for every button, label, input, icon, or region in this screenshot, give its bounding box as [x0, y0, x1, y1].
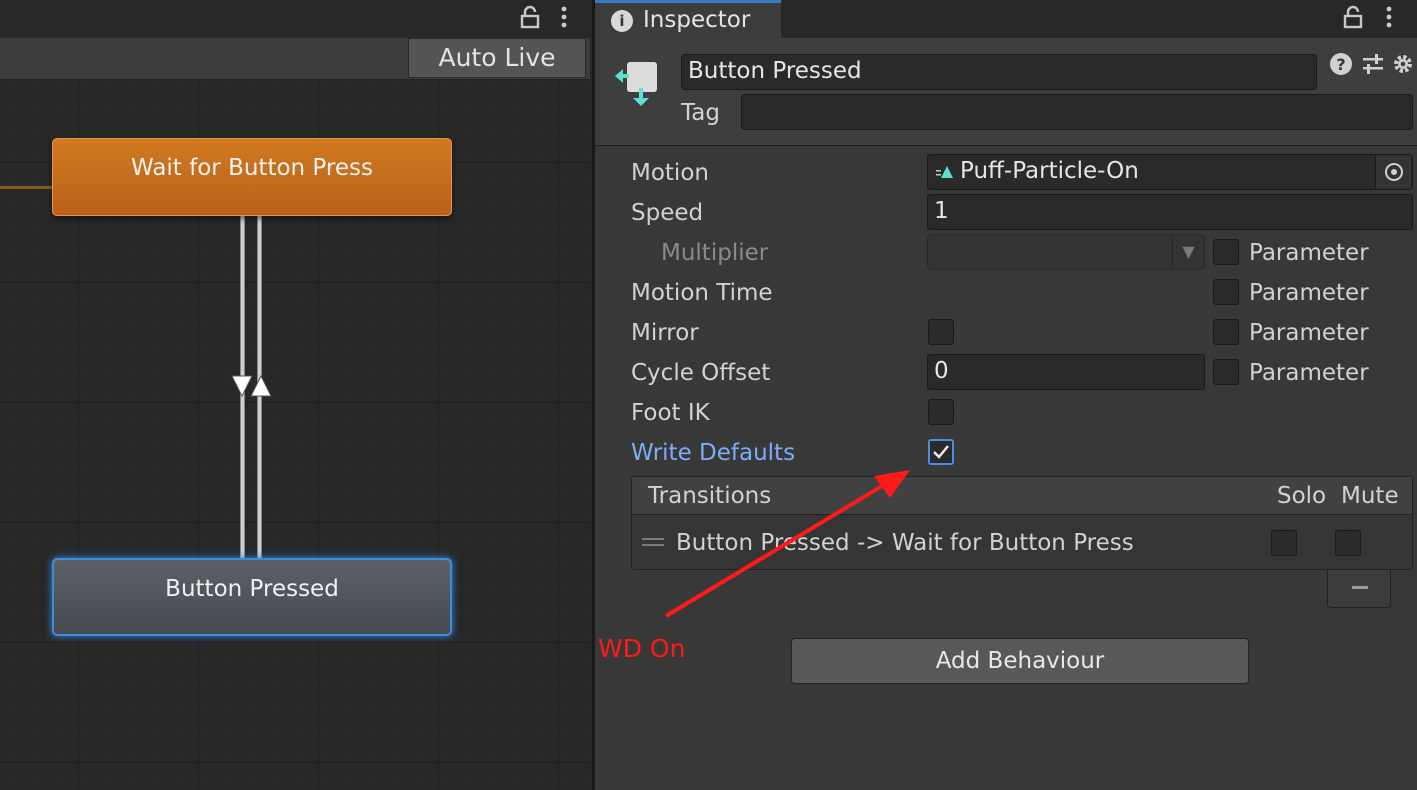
inspector-tab-strip: i Inspector [595, 0, 1417, 38]
lock-icon[interactable] [1339, 5, 1367, 33]
annotation-arrow [664, 470, 910, 618]
annotation-text: WD On [598, 634, 686, 663]
state-node-button-pressed[interactable]: Button Pressed [52, 558, 452, 636]
object-picker-button[interactable] [1375, 155, 1411, 189]
auto-live-link-button[interactable]: Auto Live Link [408, 38, 586, 110]
mirror-parameter-checkbox[interactable] [1213, 319, 1239, 345]
multiplier-label: Multiplier [661, 240, 769, 266]
svg-text:?: ? [1336, 55, 1345, 74]
mirror-label: Mirror [631, 320, 699, 346]
cycle-offset-label: Cycle Offset [631, 360, 771, 386]
motion-label: Motion [631, 160, 709, 186]
motion-value: Puff-Particle-On [960, 158, 1139, 184]
foot-ik-label: Foot IK [631, 400, 710, 426]
multiplier-dropdown[interactable]: ▼ [927, 234, 1205, 270]
animator-tab-strip [0, 0, 590, 38]
entry-transition-line [0, 186, 52, 189]
tab-inspector[interactable]: i Inspector [595, 0, 781, 38]
mirror-checkbox[interactable] [928, 319, 954, 345]
object-picker-icon [1385, 163, 1403, 181]
cycle-offset-parameter-label: Parameter [1249, 360, 1369, 386]
animator-state-icon [615, 62, 657, 106]
remove-transition-button[interactable] [1327, 570, 1391, 608]
minus-icon [1352, 586, 1368, 589]
cycle-offset-parameter-checkbox[interactable] [1213, 359, 1239, 385]
checkmark-icon [933, 445, 949, 459]
multiplier-parameter-label: Parameter [1249, 240, 1369, 266]
inspector-header: Button Pressed Tag ? [595, 38, 1417, 146]
transition-mute-checkbox[interactable] [1335, 530, 1361, 556]
state-name-input[interactable]: Button Pressed [681, 54, 1317, 90]
state-node-wait-for-button-press[interactable]: Wait for Button Press [52, 138, 452, 216]
mute-column-label: Mute [1341, 483, 1399, 509]
motion-time-parameter-checkbox[interactable] [1213, 279, 1239, 305]
write-defaults-checkbox[interactable] [928, 439, 954, 465]
motion-time-label: Motion Time [631, 280, 773, 306]
multiplier-parameter-checkbox[interactable] [1213, 239, 1239, 265]
animator-panel: Auto Live Link Wait for Button Press But… [0, 0, 590, 790]
motion-time-parameter-label: Parameter [1249, 280, 1369, 306]
inspector-tab-label: Inspector [643, 7, 751, 33]
kebab-menu-icon[interactable] [550, 5, 578, 33]
gear-icon[interactable] [1391, 52, 1415, 76]
speed-label: Speed [631, 200, 704, 226]
speed-input[interactable]: 1 [927, 194, 1413, 230]
solo-column-label: Solo [1277, 483, 1327, 509]
lock-icon[interactable] [516, 5, 544, 33]
info-icon: i [611, 10, 633, 32]
animation-clip-icon [936, 166, 953, 178]
presets-sliders-icon[interactable] [1361, 52, 1385, 76]
chevron-down-icon: ▼ [1172, 235, 1204, 269]
mirror-parameter-label: Parameter [1249, 320, 1369, 346]
tag-input[interactable] [741, 94, 1413, 130]
help-icon[interactable]: ? [1329, 52, 1353, 76]
cycle-offset-input[interactable]: 0 [927, 354, 1205, 390]
foot-ik-checkbox[interactable] [928, 399, 954, 425]
inspector-panel: i Inspector Button Pressed Tag ? Motion … [592, 0, 1417, 790]
kebab-menu-icon[interactable] [1375, 5, 1403, 33]
tag-label: Tag [681, 100, 720, 126]
motion-object-field[interactable]: Puff-Particle-On [927, 154, 1413, 190]
transition-solo-checkbox[interactable] [1271, 530, 1297, 556]
transition-arrows-icon[interactable] [230, 374, 274, 398]
add-behaviour-button[interactable]: Add Behaviour [791, 638, 1249, 684]
